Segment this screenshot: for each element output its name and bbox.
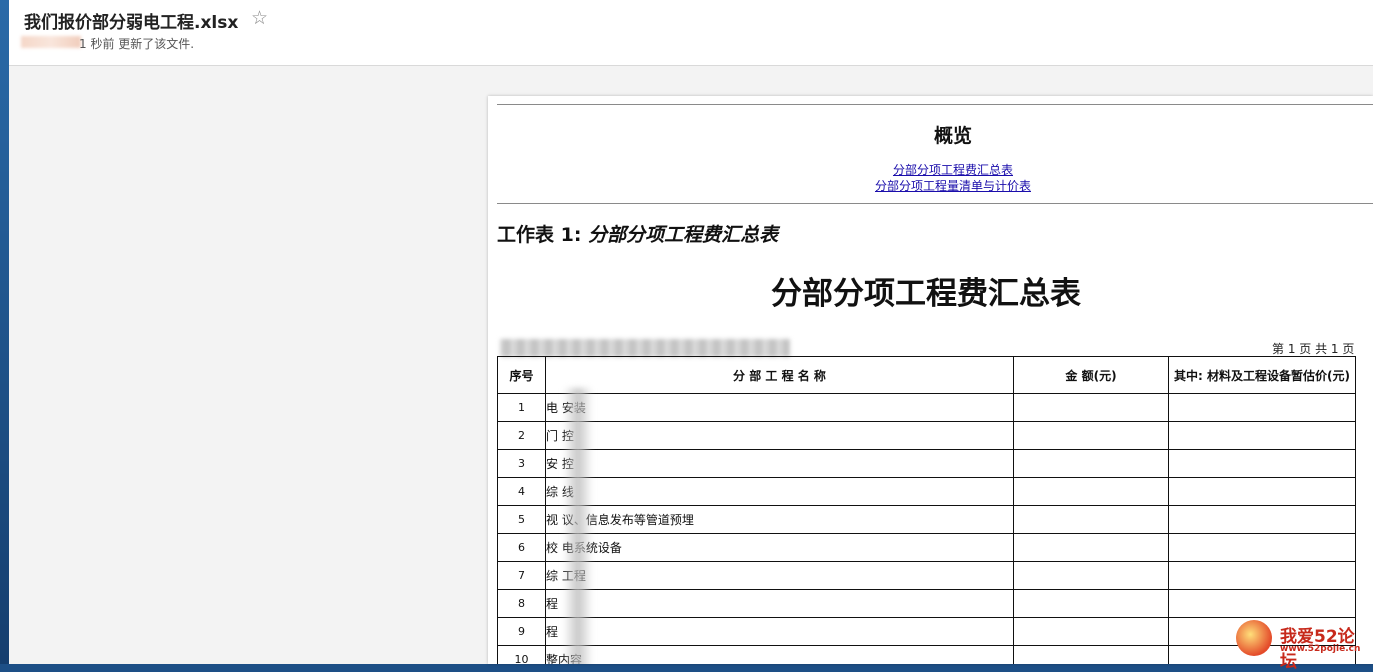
cell-name: 综 线 xyxy=(545,477,1014,506)
table-row: 7 综 工程 xyxy=(497,561,1356,590)
divider xyxy=(497,203,1373,204)
summary-table: 序号 分 部 工 程 名 称 金 额(元) 其中: 材料及工程设备暂估价(元) … xyxy=(497,356,1356,664)
toc-link-summary[interactable]: 分部分项工程费汇总表 xyxy=(488,161,1373,178)
cell-no: 4 xyxy=(497,477,546,506)
cell-no: 1 xyxy=(497,393,546,422)
cell-amount xyxy=(1013,617,1169,646)
cell-no: 5 xyxy=(497,505,546,534)
cell-amount xyxy=(1013,477,1169,506)
cell-name: 门 控 xyxy=(545,421,1014,450)
table-row: 5 视 议、信息发布等管道预埋 xyxy=(497,505,1356,534)
table-row: 8 程 xyxy=(497,589,1356,618)
redacted-name-column xyxy=(563,388,593,664)
cell-estimate xyxy=(1168,421,1356,450)
watermark-url: www.52pojie.cn xyxy=(1280,644,1361,654)
file-title: 我们报价部分弱电工程.xlsx xyxy=(24,13,239,33)
cell-name: 电 安装 xyxy=(545,393,1014,422)
star-icon[interactable]: ☆ xyxy=(251,7,268,29)
cell-estimate xyxy=(1168,393,1356,422)
cell-name: 视 议、信息发布等管道预埋 xyxy=(545,505,1014,534)
spreadsheet-preview: 概览 分部分项工程费汇总表 分部分项工程量清单与计价表 工作表 1: 分部分项工… xyxy=(488,96,1373,664)
table-row: 4 综 线 xyxy=(497,477,1356,506)
column-header-estimate: 其中: 材料及工程设备暂估价(元) xyxy=(1168,356,1356,394)
page-info: 第 1 页 共 1 页 xyxy=(1272,342,1355,356)
table-row: 1 电 安装 xyxy=(497,393,1356,422)
cell-estimate xyxy=(1168,477,1356,506)
cell-no: 2 xyxy=(497,421,546,450)
cell-amount xyxy=(1013,449,1169,478)
cell-amount xyxy=(1013,561,1169,590)
cell-amount xyxy=(1013,393,1169,422)
table-row: 10 整内容 xyxy=(497,645,1356,664)
cell-amount xyxy=(1013,533,1169,562)
redacted-user-name xyxy=(21,36,81,48)
cell-no: 3 xyxy=(497,449,546,478)
table-title: 分部分项工程费汇总表 xyxy=(771,276,1081,312)
table-row: 9 程 xyxy=(497,617,1356,646)
sheet-heading: 工作表 1: 分部分项工程费汇总表 xyxy=(497,220,778,247)
sheet-heading-prefix: 工作表 1: xyxy=(497,224,582,246)
cell-name: 程 xyxy=(545,589,1014,618)
file-header: 我们报价部分弱电工程.xlsx ☆ 1 秒前 更新了该文件. xyxy=(9,0,1373,66)
desktop-edge xyxy=(0,0,9,664)
toc-link-bill[interactable]: 分部分项工程量清单与计价表 xyxy=(488,177,1373,194)
redacted-project-name xyxy=(500,339,790,357)
table-row: 2 门 控 xyxy=(497,421,1356,450)
overview-title: 概览 xyxy=(933,125,972,147)
cell-amount xyxy=(1013,589,1169,618)
table-row: 6 校 电系统设备 xyxy=(497,533,1356,562)
cell-amount xyxy=(1013,421,1169,450)
column-header-name: 分 部 工 程 名 称 xyxy=(545,356,1014,394)
modified-status: 1 秒前 更新了该文件. xyxy=(79,37,195,51)
forum-logo-icon xyxy=(1236,620,1272,656)
cell-name: 安 控 xyxy=(545,449,1014,478)
cell-name: 程 xyxy=(545,617,1014,646)
cell-amount xyxy=(1013,505,1169,534)
cell-no: 7 xyxy=(497,561,546,590)
cell-no: 6 xyxy=(497,533,546,562)
table-header-row: 序号 分 部 工 程 名 称 金 额(元) 其中: 材料及工程设备暂估价(元) xyxy=(497,356,1356,394)
file-preview-app: 我们报价部分弱电工程.xlsx ☆ 1 秒前 更新了该文件. 概览 分部分项工程… xyxy=(9,0,1373,664)
table-row: 3 安 控 xyxy=(497,449,1356,478)
cell-no: 9 xyxy=(497,617,546,646)
sheet-heading-name: 分部分项工程费汇总表 xyxy=(588,224,779,246)
cell-estimate xyxy=(1168,449,1356,478)
cell-estimate xyxy=(1168,533,1356,562)
cell-name: 校 电系统设备 xyxy=(545,533,1014,562)
divider xyxy=(497,104,1373,105)
column-header-no: 序号 xyxy=(497,356,546,394)
cell-no: 10 xyxy=(497,645,546,664)
forum-watermark: 我爱52论坛 www.52pojie.cn xyxy=(1230,612,1370,672)
cell-name: 综 工程 xyxy=(545,561,1014,590)
cell-estimate xyxy=(1168,505,1356,534)
column-header-amount: 金 额(元) xyxy=(1013,356,1169,394)
cell-estimate xyxy=(1168,561,1356,590)
cell-amount xyxy=(1013,645,1169,664)
cell-name: 整内容 xyxy=(545,645,1014,664)
cell-no: 8 xyxy=(497,589,546,618)
